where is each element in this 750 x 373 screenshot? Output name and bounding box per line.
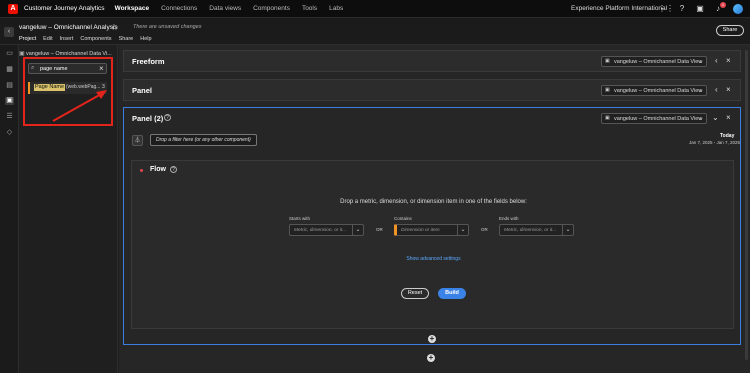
add-visualization-icon[interactable]: +: [428, 335, 436, 343]
menu-project[interactable]: Project: [19, 36, 36, 42]
flow-visualization: Flow ? Drop a metric, dimension, or dime…: [131, 160, 734, 329]
chevron-down-icon: ⌄: [698, 87, 704, 94]
panel-dataview-select[interactable]: ▣ vangeluw – Omnichannel Data View ⌄: [601, 56, 707, 67]
close-icon[interactable]: ×: [726, 113, 731, 122]
dataview-icon: ▣: [605, 115, 610, 121]
help-icon[interactable]: ?: [164, 114, 171, 121]
org-switcher[interactable]: Experience Platform International: [571, 0, 667, 18]
ends-with-label: Ends with: [499, 216, 519, 221]
menu-help[interactable]: Help: [140, 36, 151, 42]
flow-title[interactable]: Flow: [150, 166, 166, 173]
chevron-down-icon[interactable]: ⌄: [352, 225, 363, 235]
panel-title[interactable]: Panel (2): [132, 114, 163, 123]
panel-freeform[interactable]: Freeform ▣ vangeluw – Omnichannel Data V…: [123, 50, 741, 72]
close-icon[interactable]: ×: [726, 56, 731, 65]
or-label: OR: [481, 227, 488, 232]
tag-icon[interactable]: ◇: [5, 129, 14, 137]
project-title[interactable]: vangeluw – Omnichannel Analysis: [19, 24, 118, 31]
help-icon[interactable]: ?: [170, 166, 177, 173]
list-icon[interactable]: ☰: [5, 113, 14, 121]
dataview-icon: ▣: [605, 87, 610, 93]
starts-with-input[interactable]: Metric, dimension, or it... ⌄: [289, 224, 364, 236]
star-icon[interactable]: ☆: [111, 23, 118, 32]
date-preset[interactable]: Today: [720, 133, 734, 139]
project-menus: Project Edit Insert Components Share Hel…: [19, 36, 152, 42]
workspace-scrollbar[interactable]: [745, 50, 748, 360]
close-icon[interactable]: ×: [726, 85, 731, 94]
menu-edit[interactable]: Edit: [43, 36, 52, 42]
adobe-logo-icon[interactable]: A: [8, 3, 18, 14]
reset-button[interactable]: Reset: [401, 288, 429, 299]
data-view-icon[interactable]: ▣: [5, 97, 14, 105]
filter-drop-zone[interactable]: Drop a filter here (or any other compone…: [150, 134, 257, 146]
ends-with-input[interactable]: Metric, dimension, or it... ⌄: [499, 224, 574, 236]
apps-grid-icon[interactable]: ⋮⋮: [658, 5, 674, 13]
menu-share[interactable]: Share: [119, 36, 134, 42]
dataview-label: vangeluw – Omnichannel Data View: [614, 88, 703, 94]
menu-components[interactable]: Components: [80, 36, 111, 42]
dataview-label: vangeluw – Omnichannel Data View: [614, 116, 703, 122]
tab-data-views[interactable]: Data views: [209, 0, 241, 18]
chevron-down-icon[interactable]: ⌄: [562, 225, 573, 235]
panel-dataview-select[interactable]: ▣ vangeluw – Omnichannel Data View ⌄: [601, 113, 707, 124]
panel-2: Panel (2) ? ▣ vangeluw – Omnichannel Dat…: [123, 107, 741, 345]
panel-title[interactable]: Freeform: [132, 57, 165, 66]
contains-placeholder: Dimension or item: [401, 228, 440, 233]
filter-icon[interactable]: ⏃: [132, 135, 143, 146]
tab-workspace[interactable]: Workspace: [115, 0, 150, 18]
panel-title[interactable]: Panel: [132, 86, 152, 95]
dataview-icon: ▣: [19, 51, 25, 57]
date-range[interactable]: Jan 7, 2025 - Jan 7, 2025: [689, 140, 740, 145]
chevron-down-icon[interactable]: ⌄: [457, 225, 468, 235]
tab-components[interactable]: Components: [253, 0, 290, 18]
drop-message: Drop a metric, dimension, or dimension i…: [340, 199, 527, 205]
tab-connections[interactable]: Connections: [161, 0, 197, 18]
chevron-down-icon: ⌄: [698, 115, 704, 122]
tab-tools[interactable]: Tools: [302, 0, 317, 18]
contains-input[interactable]: Dimension or item ⌄: [394, 224, 469, 236]
build-button[interactable]: Build: [438, 288, 466, 299]
annotation-box: [23, 57, 113, 126]
starts-with-label: Starts with: [289, 216, 311, 221]
left-rail: [0, 45, 19, 373]
collapse-icon[interactable]: ‹: [715, 85, 718, 94]
collapse-icon[interactable]: ‹: [715, 56, 718, 65]
starts-with-placeholder: Metric, dimension, or it...: [294, 228, 347, 233]
menu-insert[interactable]: Insert: [60, 36, 74, 42]
status-dot-icon: [140, 169, 143, 172]
back-button[interactable]: ‹: [4, 27, 14, 37]
collapse-icon[interactable]: ⌄: [712, 113, 719, 122]
panel-dataview-select[interactable]: ▣ vangeluw – Omnichannel Data View ⌄: [601, 85, 707, 96]
help-icon[interactable]: ?: [678, 5, 686, 13]
share-button[interactable]: Share: [716, 25, 744, 36]
advanced-settings-link[interactable]: Show advanced settings: [132, 256, 735, 262]
ends-with-placeholder: Metric, dimension, or it...: [504, 228, 557, 233]
components-icon[interactable]: ▦: [5, 66, 14, 74]
panels-icon[interactable]: ▭: [5, 50, 14, 58]
contains-label: Contains: [394, 216, 412, 221]
dataview-icon: ▣: [605, 58, 610, 64]
panel-panel[interactable]: Panel ▣ vangeluw – Omnichannel Data View…: [123, 79, 741, 101]
avatar[interactable]: [733, 4, 743, 14]
app-name[interactable]: Customer Journey Analytics: [24, 5, 105, 12]
visualizations-icon[interactable]: ▤: [5, 82, 14, 90]
tab-labs[interactable]: Labs: [329, 0, 343, 18]
messages-icon[interactable]: ▣: [696, 5, 704, 13]
chevron-down-icon: ⌄: [698, 58, 704, 65]
or-label: OR: [376, 227, 383, 232]
add-panel-icon[interactable]: +: [427, 354, 435, 362]
dataview-label: vangeluw – Omnichannel Data View: [614, 59, 703, 65]
unsaved-status: There are unsaved changes: [133, 24, 202, 30]
notification-badge: 1: [720, 2, 726, 8]
